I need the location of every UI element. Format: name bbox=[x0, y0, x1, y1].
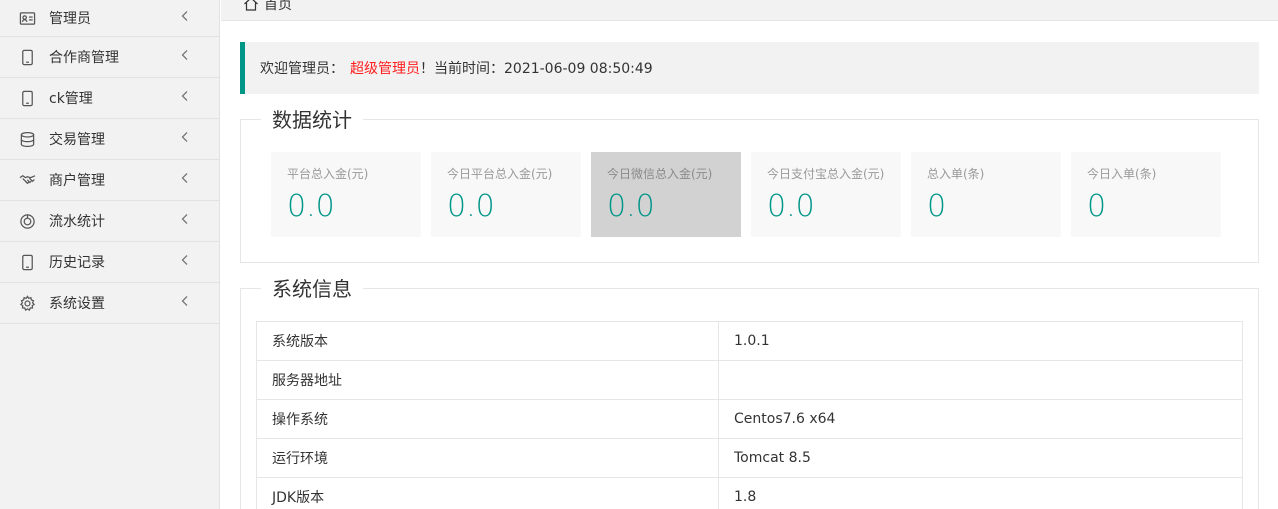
table-row: 服务器地址 bbox=[256, 360, 1243, 400]
stat-label: 今日支付宝总入金(元) bbox=[767, 167, 885, 181]
stat-value: 0.0 bbox=[447, 189, 495, 224]
sidebar-item-partner[interactable]: 合作商管理 bbox=[0, 37, 219, 78]
stat-value: 0 bbox=[927, 189, 947, 224]
sidebar-item-label: ck管理 bbox=[49, 91, 93, 107]
sidebar-item-label: 合作商管理 bbox=[49, 50, 119, 66]
chevron-left-icon bbox=[179, 213, 191, 225]
stat-card-today-orders[interactable]: 今日入单(条) 0 bbox=[1071, 152, 1221, 237]
chevron-left-icon bbox=[179, 254, 191, 266]
sidebar-item-settings[interactable]: 系统设置 bbox=[0, 283, 219, 324]
sidebar-item-label: 管理员 bbox=[49, 11, 91, 27]
tab-bar: 首页 bbox=[221, 0, 1278, 21]
home-icon bbox=[244, 0, 258, 11]
welcome-time: ！当前时间：2021-06-09 08:50:49 bbox=[420, 61, 653, 77]
stat-value: 0.0 bbox=[607, 189, 655, 224]
user-role: 超级管理员 bbox=[350, 61, 420, 77]
stat-card-total-orders[interactable]: 总入单(条) 0 bbox=[911, 152, 1061, 237]
sidebar-item-ck[interactable]: ck管理 bbox=[0, 78, 219, 119]
table-cell-value: 1.0.1 bbox=[718, 321, 1243, 361]
stat-card-platform-total[interactable]: 平台总入金(元) 0.0 bbox=[271, 152, 421, 237]
table-cell-key: 服务器地址 bbox=[256, 360, 719, 400]
stat-label: 总入单(条) bbox=[927, 167, 985, 181]
chevron-left-icon bbox=[179, 10, 191, 22]
sidebar-item-label: 历史记录 bbox=[49, 255, 105, 271]
sidebar-item-label: 系统设置 bbox=[49, 296, 105, 312]
phone-icon bbox=[18, 89, 36, 107]
chart-circle-icon bbox=[18, 212, 36, 230]
stat-card-today-platform[interactable]: 今日平台总入金(元) 0.0 bbox=[431, 152, 581, 237]
table-row: 系统版本 1.0.1 bbox=[256, 321, 1243, 361]
sidebar: 管理员 合作商管理 ck管理 交易管理 商户管理 流水统计 历史记录 系统设置 bbox=[0, 0, 220, 509]
chevron-left-icon bbox=[179, 131, 191, 143]
table-cell-key: JDK版本 bbox=[256, 477, 719, 509]
sidebar-item-merchant[interactable]: 商户管理 bbox=[0, 160, 219, 201]
stat-label: 今日微信总入金(元) bbox=[607, 167, 713, 181]
phone-icon bbox=[18, 48, 36, 66]
gear-icon bbox=[18, 294, 36, 312]
stats-panel: 数据统计 平台总入金(元) 0.0 今日平台总入金(元) 0.0 今日微信总入金… bbox=[240, 107, 1259, 263]
table-cell-value bbox=[718, 360, 1243, 400]
id-card-icon bbox=[18, 9, 36, 27]
table-cell-value: Centos7.6 x64 bbox=[718, 399, 1243, 439]
chevron-left-icon bbox=[179, 49, 191, 61]
phone-icon bbox=[18, 253, 36, 271]
database-icon bbox=[18, 130, 36, 148]
sidebar-item-label: 交易管理 bbox=[49, 132, 105, 148]
system-info-table: 系统版本 1.0.1 服务器地址 操作系统 Centos7.6 x64 运行环境… bbox=[256, 321, 1243, 509]
table-row: 运行环境 Tomcat 8.5 bbox=[256, 438, 1243, 478]
chevron-left-icon bbox=[179, 295, 191, 307]
sidebar-item-trade[interactable]: 交易管理 bbox=[0, 119, 219, 160]
tab-home[interactable]: 首页 bbox=[243, 0, 292, 14]
sidebar-item-label: 商户管理 bbox=[49, 173, 105, 189]
sidebar-item-admin[interactable]: 管理员 bbox=[0, 0, 219, 37]
welcome-banner: 欢迎管理员： 超级管理员 ！当前时间：2021-06-09 08:50:49 bbox=[240, 42, 1259, 94]
handshake-icon bbox=[18, 171, 36, 189]
table-cell-key: 操作系统 bbox=[256, 399, 719, 439]
sidebar-item-history[interactable]: 历史记录 bbox=[0, 242, 219, 283]
stat-label: 今日入单(条) bbox=[1087, 167, 1157, 181]
tab-home-label: 首页 bbox=[264, 0, 292, 13]
welcome-prefix: 欢迎管理员： bbox=[260, 61, 344, 77]
stat-label: 今日平台总入金(元) bbox=[447, 167, 553, 181]
stat-card-today-alipay[interactable]: 今日支付宝总入金(元) 0.0 bbox=[751, 152, 901, 237]
stat-value: 0 bbox=[1087, 189, 1107, 224]
system-info-title: 系统信息 bbox=[261, 276, 363, 302]
table-row: JDK版本 1.8 bbox=[256, 477, 1243, 509]
stat-label: 平台总入金(元) bbox=[287, 167, 369, 181]
stats-cards: 平台总入金(元) 0.0 今日平台总入金(元) 0.0 今日微信总入金(元) 0… bbox=[271, 152, 1231, 237]
stat-value: 0.0 bbox=[767, 189, 815, 224]
chevron-left-icon bbox=[179, 90, 191, 102]
chevron-left-icon bbox=[179, 172, 191, 184]
table-cell-value: 1.8 bbox=[718, 477, 1243, 509]
table-cell-value: Tomcat 8.5 bbox=[718, 438, 1243, 478]
sidebar-item-label: 流水统计 bbox=[49, 214, 105, 230]
sidebar-item-flow-stats[interactable]: 流水统计 bbox=[0, 201, 219, 242]
main-content: 首页 欢迎管理员： 超级管理员 ！当前时间：2021-06-09 08:50:4… bbox=[221, 0, 1278, 509]
stat-card-today-wechat[interactable]: 今日微信总入金(元) 0.0 bbox=[591, 152, 741, 237]
stat-value: 0.0 bbox=[287, 189, 335, 224]
table-cell-key: 运行环境 bbox=[256, 438, 719, 478]
table-row: 操作系统 Centos7.6 x64 bbox=[256, 399, 1243, 439]
table-cell-key: 系统版本 bbox=[256, 321, 719, 361]
stats-title: 数据统计 bbox=[261, 107, 363, 133]
system-info-panel: 系统信息 系统版本 1.0.1 服务器地址 操作系统 Centos7.6 x64… bbox=[240, 276, 1259, 509]
